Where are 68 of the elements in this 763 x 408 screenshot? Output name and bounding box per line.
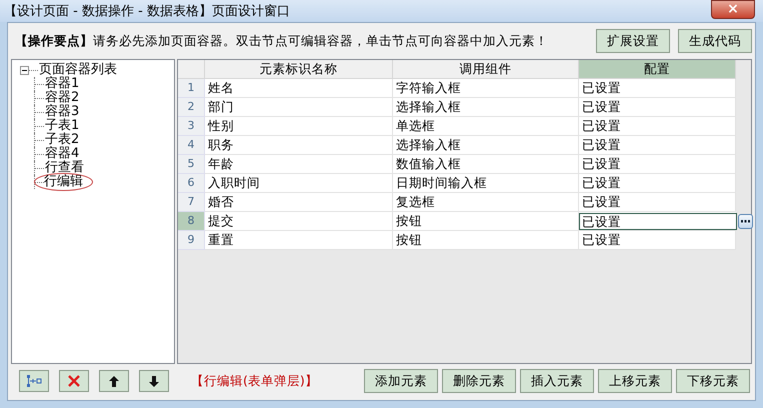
window-title: 【设计页面 - 数据操作 - 数据表格】页面设计窗口 (4, 3, 290, 20)
action-button[interactable]: 下移元素 (676, 369, 750, 393)
cell-editor[interactable]: 已设置 (579, 212, 737, 230)
table-cell: 选择输入框 (393, 98, 579, 117)
column-header[interactable]: 配置 (579, 60, 736, 79)
action-button[interactable]: 上移元素 (598, 369, 672, 393)
delete-button[interactable] (59, 370, 89, 392)
delete-icon (68, 375, 80, 387)
ellipsis-icon (741, 220, 750, 222)
table-cell: 日期时间输入框 (393, 174, 579, 193)
add-button[interactable] (19, 370, 49, 392)
row-number[interactable]: 1 (178, 79, 205, 98)
hint-text: 【操作要点】请务必先添加页面容器。双击节点可编辑容器，单击节点可向容器中加入元素！ (15, 32, 549, 50)
table-cell: 数值输入框 (393, 155, 579, 174)
row-number[interactable]: 7 (178, 193, 205, 212)
toolbar-button[interactable]: 生成代码 (678, 29, 752, 53)
tree-item[interactable]: 容器1 (44, 77, 80, 91)
table-cell: 按钮 (393, 212, 579, 231)
arrow-up-icon (109, 376, 119, 386)
row-number[interactable]: 9 (178, 231, 205, 250)
table-cell: 已设置 (579, 79, 736, 98)
table-cell: 婚否 (205, 193, 393, 212)
action-button[interactable]: 添加元素 (364, 369, 438, 393)
collapse-toggle-icon[interactable] (20, 66, 29, 74)
up-button[interactable] (99, 370, 129, 392)
tree-item[interactable]: 容器4 (44, 147, 80, 161)
column-header[interactable]: 调用组件 (393, 60, 579, 79)
action-button[interactable]: 插入元素 (520, 369, 594, 393)
row-number[interactable]: 5 (178, 155, 205, 174)
table-cell: 职务 (205, 136, 393, 155)
row-number[interactable]: 2 (178, 98, 205, 117)
tree-item[interactable]: 子表1 (44, 119, 80, 133)
add-node-icon (26, 374, 42, 388)
action-button[interactable]: 删除元素 (442, 369, 516, 393)
table-cell: 姓名 (205, 79, 393, 98)
table-cell: 部门 (205, 98, 393, 117)
row-number[interactable]: 4 (178, 136, 205, 155)
table-cell: 已设置 (579, 117, 736, 136)
tree-item[interactable]: 行编辑 (34, 173, 93, 191)
table-cell: 复选框 (393, 193, 579, 212)
table-cell: 选择输入框 (393, 136, 579, 155)
table-cell: 已设置 (579, 193, 736, 212)
table-cell: 已设置 (579, 98, 736, 117)
table-cell: 已设置 (579, 231, 736, 250)
tree-item[interactable]: 容器2 (44, 91, 80, 105)
toolbar-button[interactable]: 扩展设置 (596, 29, 670, 53)
down-button[interactable] (139, 370, 169, 392)
arrow-down-icon (149, 376, 159, 386)
table-cell: 单选框 (393, 117, 579, 136)
table-cell: 提交 (205, 212, 393, 231)
table-cell: 重置 (205, 231, 393, 250)
tree-item[interactable]: 页面容器列表 (38, 63, 118, 77)
table-cell: 性别 (205, 117, 393, 136)
table-cell: 字符输入框 (393, 79, 579, 98)
table-cell: 已设置 (579, 174, 736, 193)
tree-item[interactable]: 子表2 (44, 133, 80, 147)
row-number[interactable]: 6 (178, 174, 205, 193)
table-cell: 按钮 (393, 231, 579, 250)
row-number[interactable]: 3 (178, 117, 205, 136)
table-cell: 已设置 (579, 155, 736, 174)
table-cell: 年龄 (205, 155, 393, 174)
column-header[interactable]: 元素标识名称 (205, 60, 393, 79)
tree-item[interactable]: 行查看 (44, 161, 85, 175)
table-cell: 入职时间 (205, 174, 393, 193)
status-text: 【行编辑(表单弹层)】 (191, 372, 319, 390)
more-button[interactable] (738, 214, 753, 228)
tree-item[interactable]: 容器3 (44, 105, 80, 119)
table-cell: 已设置 (579, 136, 736, 155)
